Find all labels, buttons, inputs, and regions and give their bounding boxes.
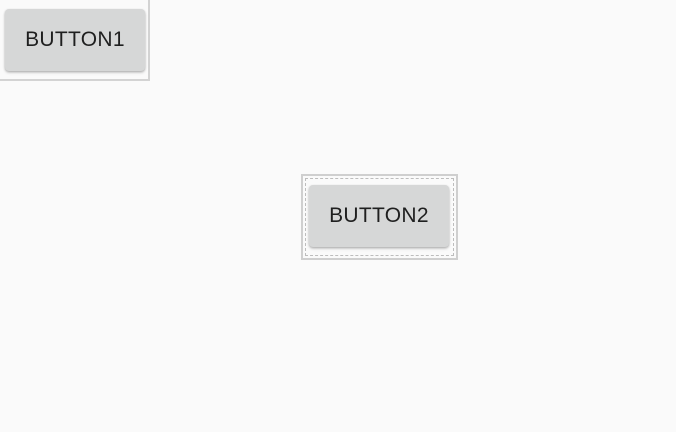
layout-canvas: BUTTON1 BUTTON2 <box>0 0 676 432</box>
button2[interactable]: BUTTON2 <box>309 185 449 247</box>
button1[interactable]: BUTTON1 <box>5 9 145 71</box>
